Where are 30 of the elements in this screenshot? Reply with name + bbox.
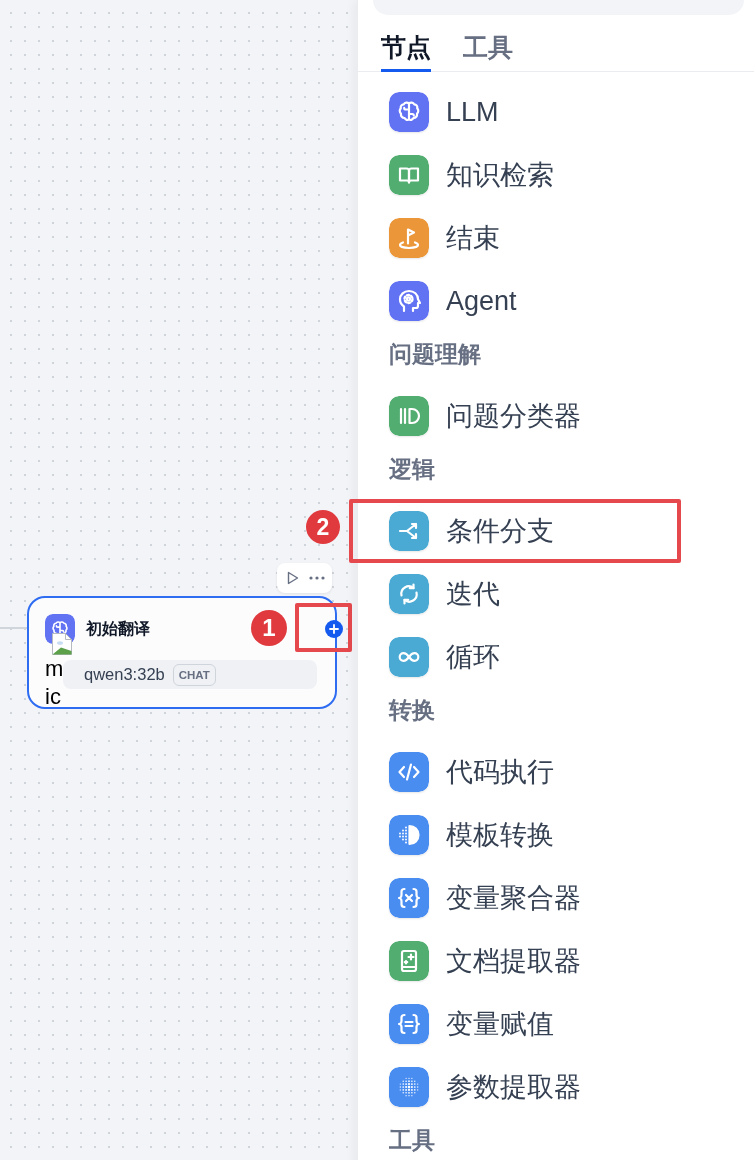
broken-image-icon (52, 633, 72, 655)
node-type-label[interactable]: 条件分支 (446, 513, 554, 548)
node-type-label[interactable]: 模板转换 (446, 817, 554, 852)
tab[interactable]: 节点 (381, 15, 431, 72)
node-type-label[interactable]: 结束 (446, 220, 500, 255)
node-type-label[interactable]: 参数提取器 (446, 1069, 581, 1104)
node-type-label[interactable]: Agent (446, 283, 517, 318)
section-heading: 转换 (387, 696, 436, 725)
more-icon[interactable] (309, 576, 325, 580)
play-icon[interactable] (287, 571, 299, 585)
node-type-label[interactable]: 变量赋值 (446, 1006, 554, 1041)
image-alt-text: m ic (45, 655, 64, 711)
edge-line (0, 627, 27, 629)
section-heading: 逻辑 (388, 455, 436, 484)
plus-icon[interactable] (325, 620, 343, 638)
node-type-label[interactable]: 循环 (446, 639, 500, 674)
section-heading: 工具 (388, 1126, 436, 1155)
mode-tag: CHAT (172, 663, 216, 686)
node-type-label[interactable]: 文档提取器 (446, 943, 581, 978)
model-selector[interactable]: qwen3:32b CHAT (63, 660, 317, 689)
node-type-label[interactable]: LLM (446, 94, 499, 129)
node-type-label[interactable]: 迭代 (446, 576, 500, 611)
node-type-label[interactable]: 变量聚合器 (446, 880, 581, 915)
node-type-label[interactable]: 知识检索 (446, 157, 554, 192)
node-type-label[interactable]: 代码执行 (446, 754, 554, 789)
node-title: 初始翻译 (86, 618, 150, 639)
highlight-frame (295, 603, 352, 652)
tab[interactable]: 工具 (463, 15, 513, 72)
node-type-label[interactable]: 问题分类器 (446, 398, 581, 433)
section-heading: 问题理解 (388, 340, 482, 369)
